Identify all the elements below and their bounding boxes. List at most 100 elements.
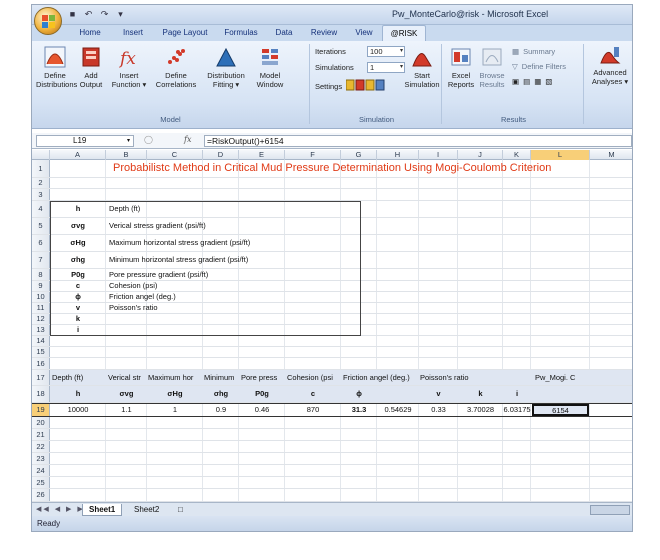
insert-function-button[interactable]: fx Insert Function ▾	[108, 46, 150, 89]
row-header[interactable]: 24	[32, 465, 50, 476]
row-header[interactable]: 7	[32, 252, 50, 268]
symbol-cell[interactable]: c	[285, 386, 341, 402]
header-cell[interactable]: Poisson's ratio	[420, 370, 469, 385]
legend-description[interactable]: Minimum horizontal stress gradient (psi/…	[109, 252, 248, 268]
row-header[interactable]: 22	[32, 441, 50, 452]
col-header-a[interactable]: A	[50, 150, 106, 160]
define-filters-button[interactable]: ▽ Define Filters	[512, 62, 566, 71]
row-header[interactable]: 10	[32, 292, 50, 302]
symbol-cell[interactable]: h	[50, 386, 106, 402]
value-cell[interactable]: 1	[147, 404, 203, 416]
row-header[interactable]: 5	[32, 218, 50, 234]
tab-data[interactable]: Data	[266, 25, 302, 41]
iterations-input[interactable]: 100 ▾	[367, 46, 405, 57]
row-header[interactable]: 12	[32, 314, 50, 324]
formula-input[interactable]: =RiskOutput()+6154	[204, 135, 632, 147]
sheet-tab-sheet1[interactable]: Sheet1	[82, 504, 123, 516]
row-header[interactable]: 23	[32, 453, 50, 464]
row-header[interactable]: 16	[32, 358, 50, 369]
legend-description[interactable]: Verical stress gradient (psi/ft)	[109, 218, 206, 234]
col-header-m[interactable]: M	[590, 150, 632, 160]
legend-symbol[interactable]: σHg	[50, 235, 106, 251]
legend-symbol[interactable]: c	[50, 281, 106, 291]
legend-symbol[interactable]: h	[50, 201, 106, 217]
sheet-title[interactable]: Probabilistc Method in Critical Mud Pres…	[113, 160, 551, 177]
row-header[interactable]: 6	[32, 235, 50, 251]
symbol-cell[interactable]: ϕ	[341, 386, 377, 402]
symbol-cell[interactable]: v	[419, 386, 458, 402]
header-cell[interactable]: Verical str	[108, 370, 146, 385]
tab-view[interactable]: View	[346, 25, 382, 41]
col-header-f[interactable]: F	[285, 150, 341, 160]
header-cell[interactable]: Minimum	[204, 370, 238, 385]
row-header[interactable]: 17	[32, 370, 50, 385]
row-header[interactable]: 25	[32, 477, 50, 488]
col-header-b[interactable]: B	[106, 150, 147, 160]
horizontal-scrollbar[interactable]	[590, 505, 630, 515]
value-cell[interactable]: 10000	[50, 404, 106, 416]
browse-results-button[interactable]: Browse Results	[476, 46, 508, 89]
cancel-entry-icon[interactable]: ◯	[144, 135, 153, 144]
row-header[interactable]: 14	[32, 336, 50, 346]
header-cell[interactable]: Friction angel (deg.)	[343, 370, 410, 385]
row-header[interactable]: 18	[32, 386, 50, 402]
symbol-cell[interactable]: P0g	[239, 386, 285, 402]
row-header[interactable]: 8	[32, 269, 50, 280]
col-header-c[interactable]: C	[147, 150, 203, 160]
value-cell[interactable]: 6.03175	[503, 404, 531, 416]
header-cell[interactable]: Pore press	[241, 370, 284, 385]
col-header-k[interactable]: K	[503, 150, 531, 160]
legend-description[interactable]: Maximum horizontal stress gradient (psi/…	[109, 235, 250, 251]
undo-icon[interactable]: ↶	[82, 8, 95, 21]
row-header[interactable]: 4	[32, 201, 50, 217]
value-cell[interactable]: 0.33	[419, 404, 458, 416]
row-header[interactable]: 15	[32, 347, 50, 357]
legend-symbol[interactable]: ϕ	[50, 292, 106, 302]
customize-qat-icon[interactable]: ▾	[114, 8, 127, 21]
distribution-fitting-button[interactable]: Distribution Fitting ▾	[202, 46, 250, 89]
tab-atrisk[interactable]: @RISK	[382, 25, 426, 41]
value-cell[interactable]: 0.9	[203, 404, 239, 416]
settings-toolbar-icon[interactable]	[345, 79, 386, 93]
define-correlations-button[interactable]: Define Correlations	[152, 46, 200, 89]
legend-description[interactable]: Friction angel (deg.)	[109, 292, 176, 302]
col-header-i[interactable]: I	[419, 150, 458, 160]
legend-symbol[interactable]: i	[50, 325, 106, 335]
tab-review[interactable]: Review	[302, 25, 346, 41]
value-cell[interactable]: 1.1	[106, 404, 147, 416]
symbol-cell[interactable]: σHg	[147, 386, 203, 402]
excel-reports-button[interactable]: Excel Reports	[446, 46, 476, 89]
symbol-cell[interactable]: k	[458, 386, 503, 402]
value-cell[interactable]: 3.70028	[458, 404, 503, 416]
legend-description[interactable]: Poisson's ratio	[109, 303, 158, 313]
results-report-icon[interactable]: ▦	[534, 77, 541, 86]
header-cell[interactable]: Depth (ft)	[52, 370, 83, 385]
col-header-j[interactable]: J	[458, 150, 503, 160]
tab-page-layout[interactable]: Page Layout	[154, 25, 216, 41]
header-cell[interactable]: Maximum hor	[148, 370, 202, 385]
legend-description[interactable]: Cohesion (psi)	[109, 281, 157, 291]
legend-symbol[interactable]: v	[50, 303, 106, 313]
results-tornado-icon[interactable]: ▧	[545, 77, 552, 86]
value-cell[interactable]: 0.46	[239, 404, 285, 416]
define-distributions-button[interactable]: Define Distributions	[36, 46, 77, 89]
settings-label[interactable]: Settings	[315, 82, 342, 91]
col-header-e[interactable]: E	[239, 150, 285, 160]
tab-formulas[interactable]: Formulas	[216, 25, 266, 41]
legend-description[interactable]: Pore pressure gradient (psi/ft)	[109, 269, 208, 280]
row-header[interactable]: 13	[32, 325, 50, 335]
col-header-l[interactable]: L	[531, 150, 590, 160]
header-cell[interactable]: Cohesion (psi	[287, 370, 340, 385]
value-cell[interactable]: 0.54629	[377, 404, 419, 416]
row-header[interactable]: 19	[32, 404, 50, 416]
col-header-h[interactable]: H	[377, 150, 419, 160]
start-simulation-button[interactable]: Start Simulation	[404, 46, 440, 89]
col-header-d[interactable]: D	[203, 150, 239, 160]
sheet-tab-sheet2[interactable]: Sheet2	[128, 504, 165, 516]
legend-symbol[interactable]: k	[50, 314, 106, 324]
legend-symbol[interactable]: P0g	[50, 269, 106, 280]
symbol-cell[interactable]: σhg	[203, 386, 239, 402]
insert-function-fx-icon[interactable]: fx	[184, 135, 191, 144]
summary-button[interactable]: ▦ Summary	[512, 47, 555, 56]
legend-description[interactable]: Depth (ft)	[109, 201, 140, 217]
